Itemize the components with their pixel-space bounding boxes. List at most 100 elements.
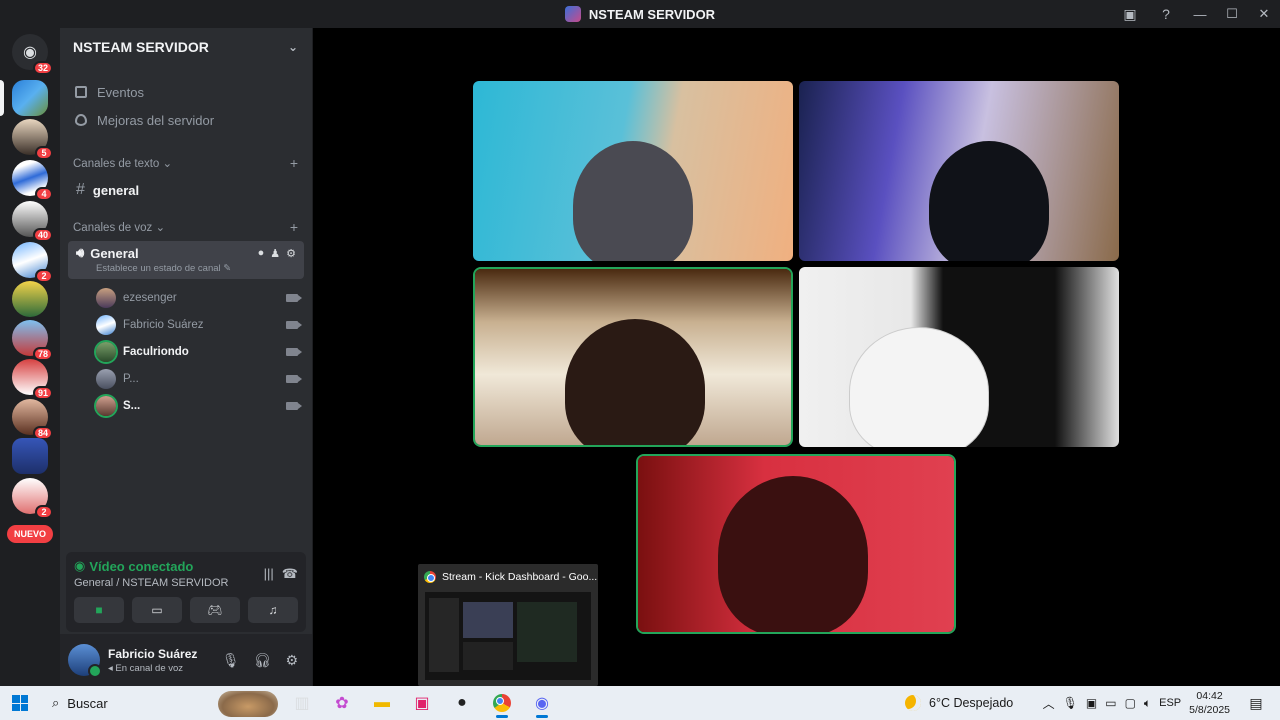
server-icon-9[interactable]: 84 (12, 399, 53, 440)
chevron-up-icon[interactable]: ︿ (1043, 695, 1055, 712)
video-tile[interactable] (473, 81, 793, 261)
settings-icon[interactable]: ⚙ (285, 652, 298, 669)
start-button[interactable] (0, 686, 40, 720)
server-icon-4[interactable]: 40 (12, 201, 53, 242)
mic-tray-icon[interactable]: 🎙︎ (1063, 696, 1078, 710)
invite-icon[interactable]: ♟ (270, 247, 280, 260)
video-tile-speaking[interactable] (475, 269, 791, 445)
video-tile[interactable] (799, 81, 1119, 261)
channel-label: general (92, 182, 140, 198)
boosts-item[interactable]: Mejoras del servidor (60, 106, 312, 134)
minimize-button[interactable]: — (1184, 0, 1216, 28)
text-category[interactable]: Canales de texto ⌄ + (60, 153, 312, 173)
server-icon-11[interactable]: 2 (12, 478, 53, 519)
video-icon: ■ (95, 603, 103, 617)
obs-icon[interactable]: ● (442, 686, 482, 720)
time: 04:42 (1196, 690, 1223, 702)
system-tray: ︿ 🎙︎ ▣ ▭ ▢ 🔈︎ ESP 04:42 5/8/2025 ▤ (1043, 686, 1280, 720)
taskbar-search[interactable]: ⌕ Buscar (42, 689, 282, 717)
voice-user[interactable]: P... (60, 365, 312, 392)
preview-thumbnail[interactable] (425, 592, 591, 680)
avatar (96, 341, 116, 362)
help-icon[interactable]: ? (1148, 0, 1184, 28)
camera-tray-icon[interactable]: ▣ (1086, 696, 1097, 710)
camera-icon (286, 374, 302, 383)
language-indicator[interactable]: ESP (1159, 697, 1181, 709)
screen-share-icon: ▭ (151, 603, 163, 617)
events-item[interactable]: Eventos (60, 78, 312, 106)
user-name[interactable]: Fabricio Suárez (108, 647, 222, 661)
chat-icon[interactable]: ● (258, 247, 265, 260)
add-channel-icon[interactable]: + (290, 155, 298, 171)
channel-general[interactable]: # general (68, 177, 304, 203)
participant-video (718, 476, 868, 632)
voice-category-label: Canales de voz (73, 222, 153, 234)
server-icon-7[interactable]: 78 (12, 320, 53, 361)
add-channel-icon[interactable]: + (290, 219, 298, 235)
video-tile-speaking[interactable] (638, 456, 954, 632)
server-icon-2[interactable]: 5 (12, 119, 53, 160)
server-icon-nsteam[interactable] (12, 80, 48, 116)
voice-user-name: P... (123, 372, 139, 385)
microphone-icon[interactable]: 🎙︎ (222, 652, 240, 669)
network-icon[interactable]: ▢ (1125, 696, 1136, 710)
activities-button[interactable]: 🎮︎ (190, 597, 240, 623)
copilot-icon[interactable]: ✿ (322, 686, 362, 720)
windows-icon (12, 695, 28, 711)
calendar-icon (75, 86, 87, 98)
camera-icon (286, 293, 302, 302)
server-icon-5[interactable]: 2 (12, 242, 53, 283)
clock[interactable]: 04:42 5/8/2025 (1189, 689, 1230, 717)
noise-suppression-icon[interactable]: ||| (264, 566, 274, 582)
disconnect-icon[interactable]: ☎ (282, 566, 298, 582)
discord-home-icon[interactable]: ◉ 32 (12, 34, 53, 75)
soundboard-button[interactable]: ♫ (248, 597, 298, 623)
voice-category[interactable]: Canales de voz ⌄ + (60, 217, 312, 237)
maximize-button[interactable]: ☐ (1216, 0, 1248, 28)
participant-video (573, 141, 693, 261)
server-icon-3[interactable]: 4 (12, 160, 53, 201)
settings-icon[interactable]: ⚙ (286, 247, 296, 260)
voice-location[interactable]: General / NSTEAM SERVIDOR (74, 577, 228, 589)
avatar (96, 314, 116, 335)
voice-user-name: ezesenger (123, 291, 177, 304)
server-icon-8[interactable]: 91 (12, 359, 53, 400)
notifications-icon[interactable]: ▤ (1244, 691, 1268, 715)
voice-channel-general[interactable]: 🔊︎ General ● ♟ ⚙ Establece un estado de c… (68, 241, 304, 279)
server-icon-6[interactable] (12, 281, 48, 317)
voice-user[interactable]: Fabricio Suárez (60, 311, 312, 338)
user-status: ◂ En canal de voz (108, 662, 184, 674)
new-badge[interactable]: NUEVO (7, 525, 53, 543)
taskbar: ⌕ Buscar ▥ ✿ ▬ ▣ ● ◉ 6°C Despejado ︿ 🎙︎ … (0, 686, 1280, 720)
voice-user[interactable]: S... (60, 392, 312, 419)
server-badge: 91 (32, 386, 53, 400)
headphones-icon[interactable]: 🎧︎ (254, 652, 272, 669)
chrome-taskbar-icon[interactable] (482, 686, 522, 720)
server-badge: 40 (32, 228, 53, 242)
voice-user[interactable]: ezesenger (60, 284, 312, 311)
close-button[interactable]: ✕ (1248, 0, 1280, 28)
user-avatar[interactable] (68, 644, 102, 678)
taskbar-preview[interactable]: Stream - Kick Dashboard - Goo... (418, 564, 598, 686)
task-view-icon[interactable]: ▥ (282, 686, 322, 720)
participant-video (565, 319, 705, 445)
boost-icon (75, 114, 87, 126)
title-bar: NSTEAM SERVIDOR ▣ ? — ☐ ✕ (0, 0, 1280, 28)
video-tile[interactable] (799, 267, 1119, 447)
voice-user[interactable]: Faculriondo (60, 338, 312, 365)
server-header[interactable]: NSTEAM SERVIDOR ⌄ (60, 28, 312, 66)
channel-status[interactable]: Establece un estado de canal (96, 263, 221, 274)
selected-pill (0, 80, 4, 116)
search-placeholder: Buscar (67, 695, 108, 711)
volume-icon[interactable]: 🔈︎ (1144, 696, 1151, 711)
server-badge: 2 (35, 505, 53, 519)
file-explorer-icon[interactable]: ▬ (362, 686, 402, 720)
weather-widget[interactable]: 6°C Despejado (905, 686, 1013, 720)
screen-share-button[interactable]: ▭ (132, 597, 182, 623)
camera-button[interactable]: ■ (74, 597, 124, 623)
app-icon-pink[interactable]: ▣ (402, 686, 442, 720)
discord-taskbar-icon[interactable]: ◉ (522, 686, 562, 720)
server-icon-10[interactable] (12, 438, 48, 474)
battery-icon[interactable]: ▭ (1105, 696, 1116, 710)
inbox-icon[interactable]: ▣ (1112, 0, 1148, 28)
